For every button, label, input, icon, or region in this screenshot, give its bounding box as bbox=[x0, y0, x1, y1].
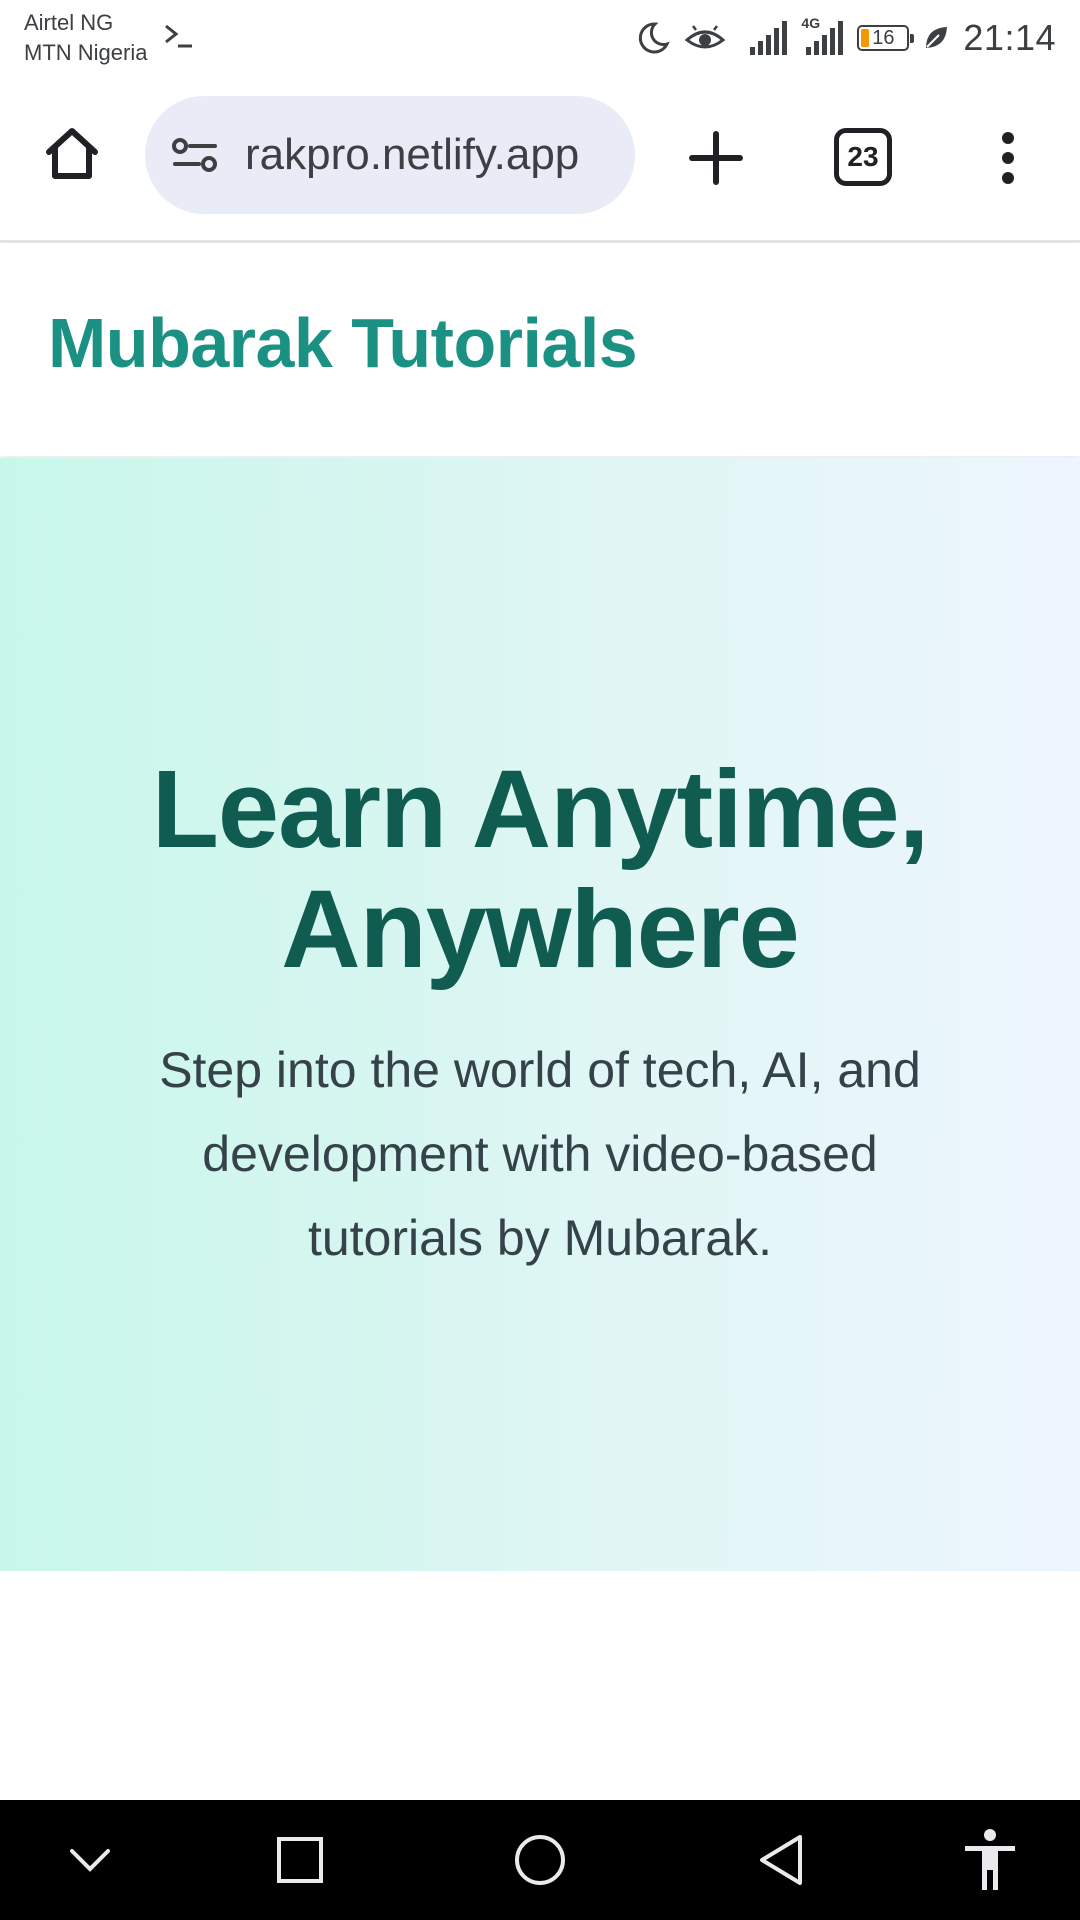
signal-4g-icon: 4G bbox=[801, 15, 844, 55]
carrier-2: MTN Nigeria bbox=[24, 40, 148, 65]
address-bar[interactable]: rakpro.netlify.app bbox=[145, 96, 635, 214]
network-type-label: 4G bbox=[801, 15, 821, 31]
recents-square-icon[interactable] bbox=[270, 1830, 330, 1890]
site-settings-icon[interactable] bbox=[165, 125, 225, 185]
status-icons: 4G 16 21:14 bbox=[635, 14, 1056, 62]
status-bar: Airtel NG MTN Nigeria 4G 16 21:14 bbox=[0, 0, 1080, 80]
url-text[interactable]: rakpro.netlify.app bbox=[245, 130, 635, 180]
plus-icon bbox=[689, 131, 743, 185]
home-icon bbox=[46, 128, 98, 179]
leaf-icon bbox=[923, 25, 949, 51]
carrier-1: Airtel NG bbox=[24, 10, 114, 35]
moon-icon bbox=[635, 20, 671, 56]
site-header: Mubarak Tutorials bbox=[0, 243, 1080, 456]
home-circle-icon[interactable] bbox=[510, 1830, 570, 1890]
more-vert-icon bbox=[1002, 132, 1014, 184]
system-nav-bar bbox=[0, 1800, 1080, 1920]
new-tab-button[interactable] bbox=[680, 122, 752, 194]
tabs-icon[interactable]: 23 bbox=[834, 128, 892, 186]
battery-level: 16 bbox=[872, 27, 895, 49]
tab-count: 23 bbox=[847, 141, 879, 172]
accessibility-icon[interactable] bbox=[960, 1829, 1020, 1890]
hero-title: Learn Anytime, Anywhere bbox=[0, 750, 1080, 990]
terminal-icon bbox=[162, 20, 194, 57]
clock: 21:14 bbox=[963, 17, 1056, 58]
back-triangle-icon[interactable] bbox=[750, 1830, 810, 1890]
battery-icon: 16 bbox=[857, 25, 915, 51]
hero-title-line-2: Anywhere bbox=[281, 868, 800, 991]
chevron-down-icon[interactable] bbox=[60, 1830, 120, 1890]
hero-section: Learn Anytime, Anywhere Step into the wo… bbox=[0, 458, 1080, 1571]
carrier-info: Airtel NG MTN Nigeria bbox=[24, 8, 147, 68]
signal-icon bbox=[749, 21, 788, 55]
eye-icon bbox=[685, 22, 726, 54]
more-menu-button[interactable] bbox=[984, 122, 1032, 194]
hero-subtitle: Step into the world of tech, AI, and dev… bbox=[159, 1042, 921, 1266]
home-button[interactable] bbox=[38, 120, 106, 188]
site-title[interactable]: Mubarak Tutorials bbox=[48, 303, 638, 383]
hero-title-line-1: Learn Anytime, bbox=[151, 748, 930, 871]
browser-toolbar: rakpro.netlify.app 23 bbox=[0, 80, 1080, 243]
